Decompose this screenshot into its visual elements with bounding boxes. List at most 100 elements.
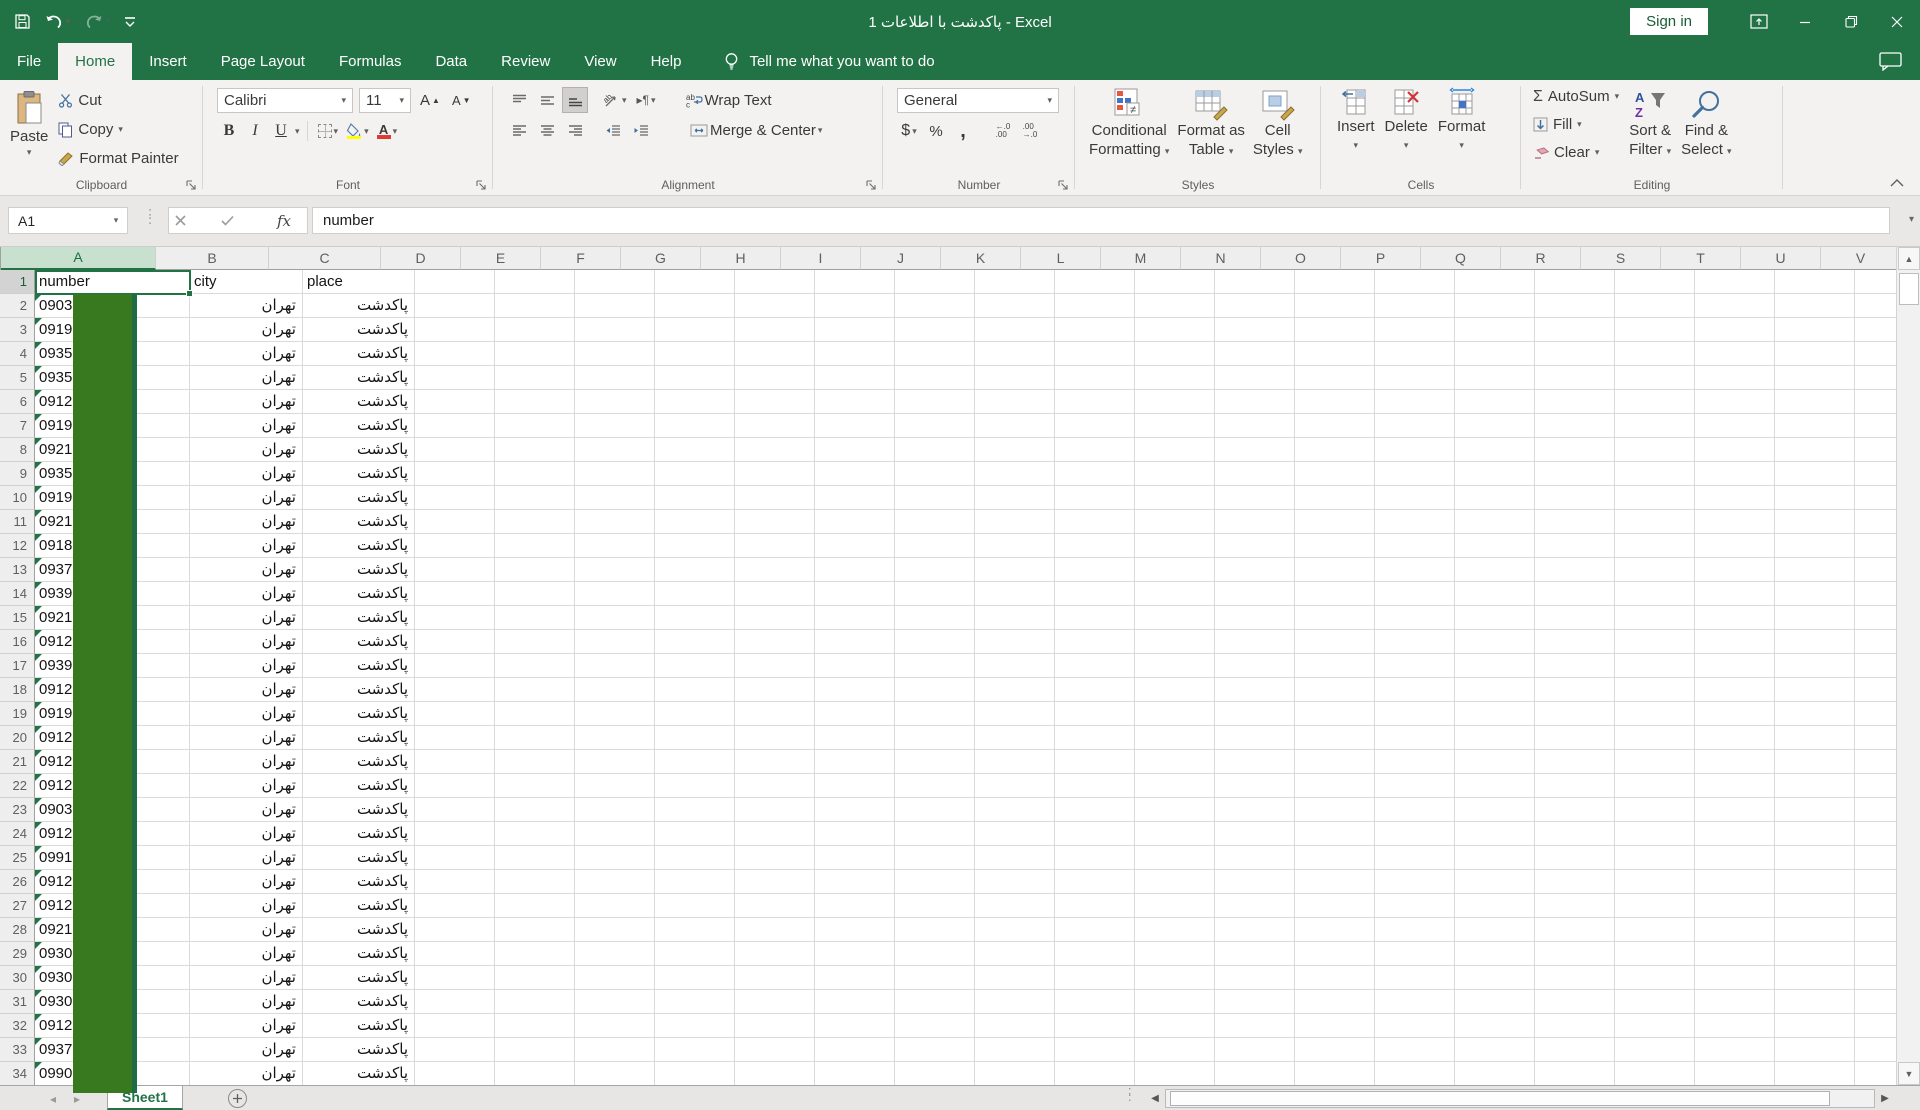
cell-H8[interactable]	[735, 438, 815, 462]
cell-C14[interactable]: پاکدشت	[303, 582, 415, 606]
cell-J16[interactable]	[895, 630, 975, 654]
vertical-scrollbar-thumb[interactable]	[1899, 273, 1919, 305]
row-header-15[interactable]: 15	[0, 606, 35, 630]
cell-L15[interactable]	[1055, 606, 1135, 630]
cell-E27[interactable]	[495, 894, 575, 918]
cell-J8[interactable]	[895, 438, 975, 462]
cell-R14[interactable]	[1535, 582, 1615, 606]
cell-E3[interactable]	[495, 318, 575, 342]
cell-V33[interactable]	[1855, 1038, 1896, 1062]
cell-J19[interactable]	[895, 702, 975, 726]
cell-O16[interactable]	[1295, 630, 1375, 654]
cell-Q17[interactable]	[1455, 654, 1535, 678]
tab-home[interactable]: Home	[58, 43, 133, 80]
cell-O4[interactable]	[1295, 342, 1375, 366]
cell-J32[interactable]	[895, 1014, 975, 1038]
cell-N13[interactable]	[1215, 558, 1295, 582]
cell-Q20[interactable]	[1455, 726, 1535, 750]
cell-T21[interactable]	[1695, 750, 1775, 774]
cell-D18[interactable]	[415, 678, 495, 702]
cell-J11[interactable]	[895, 510, 975, 534]
cell-M4[interactable]	[1135, 342, 1215, 366]
cell-G18[interactable]	[655, 678, 735, 702]
cell-D23[interactable]	[415, 798, 495, 822]
cut-button[interactable]: Cut	[58, 88, 178, 113]
format-as-table-chevron[interactable]: ▾	[1229, 146, 1234, 156]
cell-T7[interactable]	[1695, 414, 1775, 438]
cell-D6[interactable]	[415, 390, 495, 414]
cell-Q13[interactable]	[1455, 558, 1535, 582]
cell-M9[interactable]	[1135, 462, 1215, 486]
cell-G20[interactable]	[655, 726, 735, 750]
cell-K4[interactable]	[975, 342, 1055, 366]
cell-Q4[interactable]	[1455, 342, 1535, 366]
cell-K13[interactable]	[975, 558, 1055, 582]
cell-J10[interactable]	[895, 486, 975, 510]
merge-center-dropdown-chevron[interactable]: ▾	[818, 125, 823, 136]
cancel-icon[interactable]	[175, 215, 209, 226]
cell-V8[interactable]	[1855, 438, 1896, 462]
cell-O30[interactable]	[1295, 966, 1375, 990]
underline-dropdown-chevron[interactable]: ▾	[295, 126, 300, 137]
cell-G8[interactable]	[655, 438, 735, 462]
number-format-combo[interactable]: General ▾	[897, 88, 1059, 113]
column-header-C[interactable]: C	[269, 247, 381, 270]
cell-C8[interactable]: پاکدشت	[303, 438, 415, 462]
cell-C31[interactable]: پاکدشت	[303, 990, 415, 1014]
cell-B9[interactable]: تهران	[190, 462, 303, 486]
horizontal-scrollbar-track[interactable]	[1165, 1089, 1875, 1108]
row-header-21[interactable]: 21	[0, 750, 35, 774]
cell-M12[interactable]	[1135, 534, 1215, 558]
cell-N12[interactable]	[1215, 534, 1295, 558]
increase-indent-button[interactable]	[629, 118, 653, 142]
cell-V29[interactable]	[1855, 942, 1896, 966]
orientation-button[interactable]: ab ▾	[601, 88, 630, 112]
column-header-G[interactable]: G	[621, 247, 701, 270]
cell-J21[interactable]	[895, 750, 975, 774]
cell-R4[interactable]	[1535, 342, 1615, 366]
cell-O15[interactable]	[1295, 606, 1375, 630]
cell-F25[interactable]	[575, 846, 655, 870]
cell-G3[interactable]	[655, 318, 735, 342]
cell-S10[interactable]	[1615, 486, 1695, 510]
cell-H19[interactable]	[735, 702, 815, 726]
column-header-H[interactable]: H	[701, 247, 781, 270]
cell-C26[interactable]: پاکدشت	[303, 870, 415, 894]
cell-H22[interactable]	[735, 774, 815, 798]
cell-D28[interactable]	[415, 918, 495, 942]
cell-R32[interactable]	[1535, 1014, 1615, 1038]
column-header-F[interactable]: F	[541, 247, 621, 270]
cell-H17[interactable]	[735, 654, 815, 678]
cell-L2[interactable]	[1055, 294, 1135, 318]
cell-B15[interactable]: تهران	[190, 606, 303, 630]
row-header-34[interactable]: 34	[0, 1062, 35, 1085]
new-sheet-button[interactable]	[228, 1089, 247, 1108]
cell-J28[interactable]	[895, 918, 975, 942]
cell-J34[interactable]	[895, 1062, 975, 1085]
cell-G25[interactable]	[655, 846, 735, 870]
text-direction-button[interactable]: ▸¶ ▾	[634, 88, 659, 112]
cell-S25[interactable]	[1615, 846, 1695, 870]
green-shape-overlay[interactable]	[73, 294, 137, 1093]
cell-I33[interactable]	[815, 1038, 895, 1062]
cell-U18[interactable]	[1775, 678, 1855, 702]
cell-T2[interactable]	[1695, 294, 1775, 318]
previous-sheet-icon[interactable]: ◂	[50, 1092, 56, 1106]
cell-E19[interactable]	[495, 702, 575, 726]
row-header-6[interactable]: 6	[0, 390, 35, 414]
cell-K22[interactable]	[975, 774, 1055, 798]
cell-F21[interactable]	[575, 750, 655, 774]
cell-U23[interactable]	[1775, 798, 1855, 822]
cell-L4[interactable]	[1055, 342, 1135, 366]
cell-L32[interactable]	[1055, 1014, 1135, 1038]
cell-Q27[interactable]	[1455, 894, 1535, 918]
cell-P2[interactable]	[1375, 294, 1455, 318]
cell-C5[interactable]: پاکدشت	[303, 366, 415, 390]
cell-T12[interactable]	[1695, 534, 1775, 558]
cell-D17[interactable]	[415, 654, 495, 678]
cell-K34[interactable]	[975, 1062, 1055, 1085]
cell-L23[interactable]	[1055, 798, 1135, 822]
cell-B4[interactable]: تهران	[190, 342, 303, 366]
cell-I21[interactable]	[815, 750, 895, 774]
row-header-24[interactable]: 24	[0, 822, 35, 846]
